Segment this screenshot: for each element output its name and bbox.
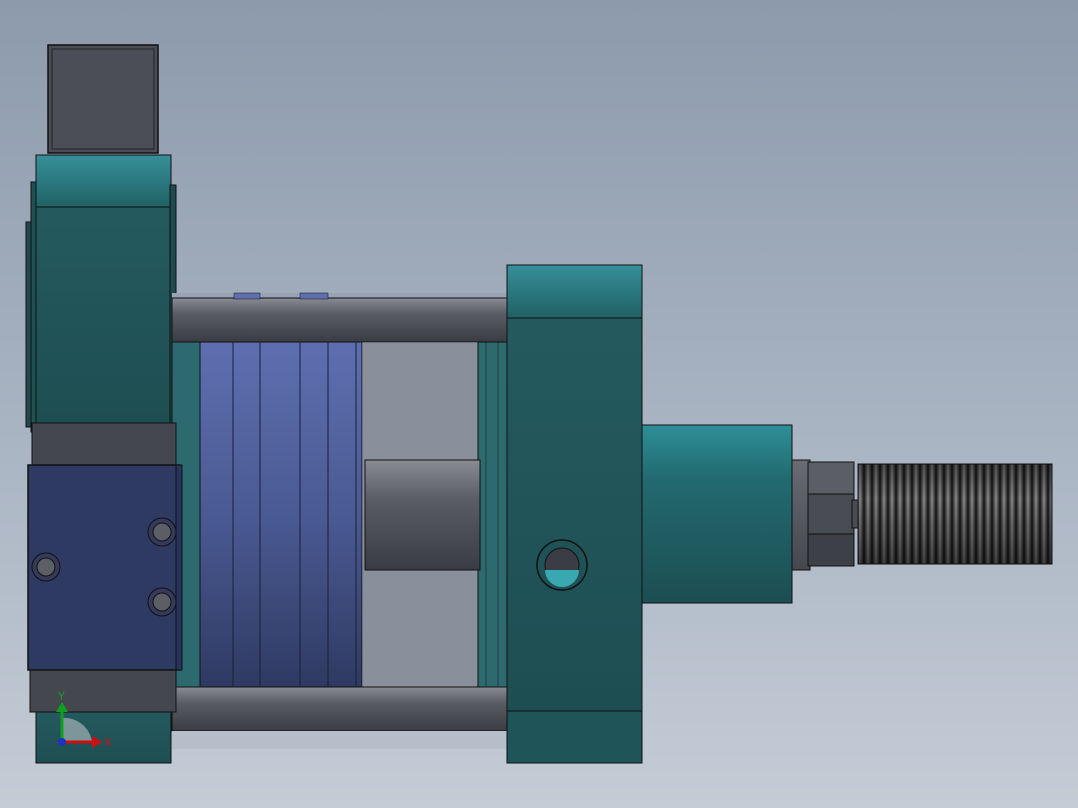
x-axis-label: X <box>104 736 112 749</box>
y-axis-label: Y <box>57 690 65 703</box>
front-shaft-collar[interactable] <box>641 424 793 604</box>
piston-rod-inner <box>364 459 481 571</box>
cad-model-view[interactable]: Y X <box>0 0 1078 808</box>
front-flange[interactable] <box>506 264 643 764</box>
rod-end-nut[interactable] <box>791 459 861 571</box>
cylinder-barrel[interactable] <box>171 292 363 735</box>
rear-end-cap[interactable] <box>25 154 177 433</box>
z-axis-dot <box>58 738 66 746</box>
valve-port-3[interactable] <box>31 552 61 582</box>
tie-rod-bottom <box>171 686 509 749</box>
tie-rod-top <box>171 293 509 343</box>
threaded-rod[interactable] <box>857 463 1053 565</box>
valve-port-1[interactable] <box>147 517 177 547</box>
solenoid-coil-cap[interactable] <box>47 44 159 154</box>
front-port-hole[interactable] <box>536 539 588 591</box>
valve-port-2[interactable] <box>147 587 177 617</box>
graphics-viewport[interactable]: Y X <box>0 0 1078 808</box>
